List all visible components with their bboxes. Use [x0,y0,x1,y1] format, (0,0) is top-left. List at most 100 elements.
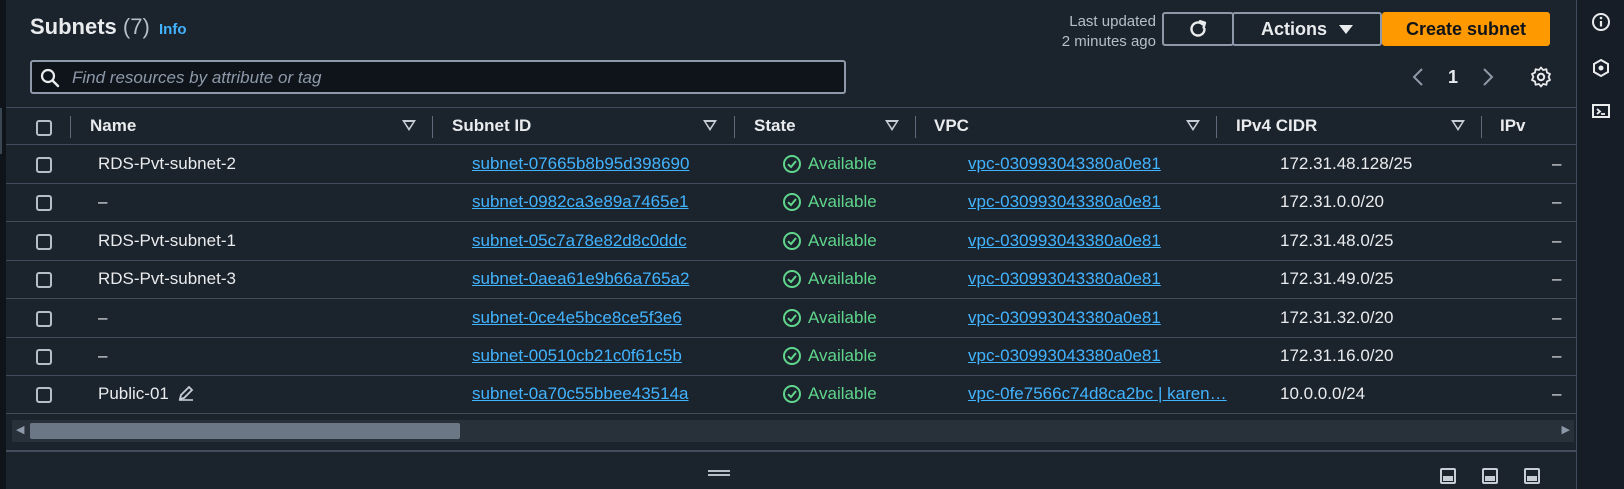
sort-icon[interactable] [1451,120,1465,131]
row-checkbox[interactable] [36,157,52,173]
info-link[interactable]: Info [159,21,187,38]
select-all-checkbox[interactable] [36,120,52,136]
subnets-table: Name Subnet ID State VPC IPv4 CIDR IPv R… [6,107,1576,419]
subnet-name: RDS-Pvt-subnet-2 [98,154,236,173]
ipv4-cidr: 172.31.48.128/25 [1280,154,1413,173]
row-checkbox[interactable] [36,349,52,365]
scroll-left-icon[interactable]: ◀ [16,423,24,436]
scrollbar-thumb[interactable] [30,423,460,439]
check-circle-icon [783,231,801,250]
row-checkbox[interactable] [36,387,52,404]
subnet-name: – [98,346,108,365]
current-page[interactable]: 1 [1430,67,1476,88]
ipv6-cidr: – [1552,307,1562,327]
gear-icon [1531,66,1551,88]
subnet-id-link[interactable]: subnet-00510cb21c0f61c5b [472,337,762,375]
table-row[interactable]: RDS-Pvt-subnet-3 subnet-0aea61e9b66a765a2… [6,260,1576,300]
ipv6-cidr: – [1552,154,1562,173]
row-checkbox[interactable] [36,272,52,289]
ipv6-cidr: – [1552,384,1562,404]
caret-down-icon [1339,24,1353,34]
subnet-state: Available [782,222,962,260]
table-row[interactable]: – subnet-0ce4e5bce8ce5f3e6 Available vpc-03… [6,299,1576,338]
column-header-vpc[interactable]: VPC [934,108,969,146]
subnet-name: – [98,192,108,212]
create-subnet-button[interactable]: Create subnet [1382,12,1550,46]
ipv4-cidr: 172.31.32.0/20 [1280,307,1394,327]
pencil-icon[interactable] [177,384,195,402]
refresh-button[interactable] [1162,12,1234,46]
table-row[interactable]: Public-01 subnet-0a70c55bbee43514a Availab… [6,375,1576,415]
check-circle-icon [783,155,801,173]
check-circle-icon [783,193,801,212]
subnet-id-link[interactable]: subnet-0aea61e9b66a765a2 [472,260,762,298]
chevron-right-icon [1483,68,1494,86]
info-icon[interactable] [1591,12,1611,32]
panel-side-icon[interactable] [1482,468,1498,484]
vpc-link[interactable]: vpc-0fe7566c74d8ca2bc | karen… [968,375,1246,413]
vpc-link[interactable]: vpc-030993043380a0e81 [968,183,1246,221]
column-header-ipv4-cidr[interactable]: IPv4 CIDR [1236,108,1317,146]
row-checkbox[interactable] [36,233,52,250]
subnet-name: RDS-Pvt-subnet-3 [98,269,236,289]
panel-bottom-icon[interactable] [1440,468,1456,484]
right-tool-rail [1576,0,1624,489]
vpc-link[interactable]: vpc-030993043380a0e81 [968,299,1246,337]
table-header: Name Subnet ID State VPC IPv4 CIDR IPv [6,107,1576,145]
terminal-icon[interactable] [1591,102,1611,122]
chevron-left-icon [1412,68,1423,86]
sort-icon[interactable] [885,120,899,131]
search-input[interactable] [70,62,834,94]
subnet-state: Available [782,260,962,298]
ipv4-cidr: 172.31.16.0/20 [1280,346,1394,365]
vpc-link[interactable]: vpc-030993043380a0e81 [968,260,1246,298]
resize-handle-icon[interactable] [708,470,730,476]
subnet-id-link[interactable]: subnet-0ce4e5bce8ce5f3e6 [472,299,762,337]
search-icon [40,68,60,88]
panel-hide-icon[interactable] [1524,468,1540,484]
table-row[interactable]: RDS-Pvt-subnet-1 subnet-05c7a78e82d8c0ddc… [6,222,1576,261]
column-header-state[interactable]: State [754,108,796,146]
ipv4-cidr: 172.31.0.0/20 [1280,192,1384,212]
horizontal-scrollbar[interactable]: ◀ ▶ [12,420,1574,442]
table-row[interactable]: RDS-Pvt-subnet-2 subnet-07665b8b95d398690… [6,145,1576,184]
table-preferences-button[interactable] [1530,66,1552,93]
table-row[interactable]: – subnet-0982ca3e89a7465e1 Available vpc-03… [6,183,1576,223]
last-updated: Last updated 2 minutes ago [1061,13,1156,50]
sort-icon[interactable] [402,120,416,131]
sort-icon[interactable] [703,120,717,131]
subnet-id-link[interactable]: subnet-0982ca3e89a7465e1 [472,183,762,221]
subnet-id-link[interactable]: subnet-07665b8b95d398690 [472,145,762,183]
previous-page-button[interactable] [1406,67,1430,87]
ipv4-cidr: 172.31.48.0/25 [1280,230,1394,250]
actions-button[interactable]: Actions [1232,12,1382,46]
subnet-id-link[interactable]: subnet-0a70c55bbee43514a [472,375,762,413]
subnet-state: Available [782,375,962,413]
next-page-button[interactable] [1476,67,1500,87]
subnet-state: Available [782,337,962,375]
subnet-state: Available [782,183,962,221]
subnet-id-link[interactable]: subnet-05c7a78e82d8c0ddc [472,222,762,260]
row-checkbox[interactable] [36,195,52,212]
subnets-panel: Subnets (7) Info Last updated 2 minutes … [6,0,1576,450]
row-checkbox[interactable] [36,310,52,327]
vpc-link[interactable]: vpc-030993043380a0e81 [968,222,1246,260]
ipv6-cidr: – [1552,230,1562,250]
vpc-link[interactable]: vpc-030993043380a0e81 [968,337,1246,375]
table-row[interactable]: – subnet-00510cb21c0f61c5b Available vpc-03… [6,337,1576,376]
hexagon-icon[interactable] [1591,58,1611,78]
split-panel-bar [6,450,1576,489]
column-header-ipv6[interactable]: IPv [1500,108,1526,146]
subnet-state: Available [782,145,962,183]
subnet-count: (7) [122,14,150,39]
sort-icon[interactable] [1186,120,1200,131]
check-circle-icon [783,308,801,327]
scroll-right-icon[interactable]: ▶ [1562,423,1570,436]
column-header-subnet-id[interactable]: Subnet ID [452,108,531,146]
check-circle-icon [783,385,801,404]
vpc-link[interactable]: vpc-030993043380a0e81 [968,145,1246,183]
ipv6-cidr: – [1552,269,1562,289]
check-circle-icon [783,270,801,289]
column-header-name[interactable]: Name [90,108,136,146]
ipv6-cidr: – [1552,192,1562,212]
